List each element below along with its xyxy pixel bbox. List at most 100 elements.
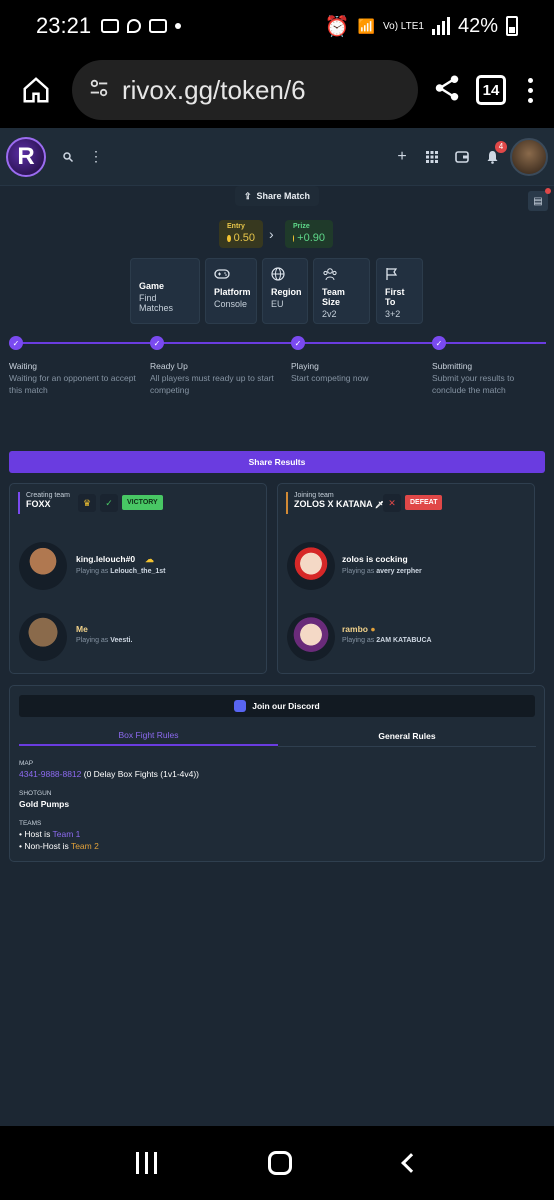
info-card-first-to: First To 3+2 xyxy=(376,258,423,324)
location-icon xyxy=(127,19,142,33)
map-label: MAP xyxy=(19,760,34,767)
player-name[interactable]: king.lelouch#0 ☁ xyxy=(76,554,154,565)
network-label: Vo) LTE1 xyxy=(383,20,424,32)
home-icon[interactable] xyxy=(14,68,58,112)
battery-icon xyxy=(506,16,518,36)
step-ready-up: Ready Up All players must ready up to st… xyxy=(150,361,274,395)
nonhost-rule: • Non-Host is Team 2 xyxy=(19,841,99,851)
home-button-icon[interactable] xyxy=(268,1151,293,1175)
browser-menu-icon[interactable] xyxy=(520,77,540,103)
tab-divider xyxy=(278,746,536,747)
shotgun-label: SHOTGUN xyxy=(19,790,52,797)
site-header: R ⋮ + 4 xyxy=(0,128,554,186)
chat-icon: ▤ xyxy=(533,195,543,207)
player-name[interactable]: Me xyxy=(76,624,88,634)
plus-icon[interactable]: + xyxy=(390,145,414,169)
step-submitting: Submitting Submit your results to conclu… xyxy=(432,361,515,395)
map-code-link[interactable]: 4341-9888-8812 xyxy=(19,769,81,779)
rules-card: Join our Discord Box Fight Rules General… xyxy=(9,685,545,862)
team-card-creating: Creating team FOXX ♛ ✓ VICTORY king.lelo… xyxy=(9,483,267,674)
more-notifications-icon xyxy=(175,23,182,29)
tab-switcher-button[interactable]: 14 xyxy=(476,75,506,105)
match-page: ⇪ Share Match ▤ Entry 0.50 › Prize +0.90… xyxy=(0,186,554,1126)
step-waiting: Waiting Waiting for an opponent to accep… xyxy=(9,361,136,395)
info-card-region: Region EU xyxy=(262,258,308,324)
browser-toolbar: rivox.gg/token/6 14 xyxy=(0,52,554,128)
discord-notification-icon xyxy=(101,19,120,33)
step-check-icon: ✓ xyxy=(432,336,446,350)
users-icon xyxy=(322,267,361,285)
emote-icon: ● xyxy=(370,624,376,634)
step-check-icon: ✓ xyxy=(150,336,164,350)
system-nav-bar xyxy=(0,1126,554,1200)
user-avatar[interactable] xyxy=(510,137,548,176)
rivox-logo[interactable]: R xyxy=(6,136,46,177)
playing-as: Playing as Lelouch_the_1st xyxy=(76,568,166,575)
site-settings-icon[interactable] xyxy=(88,77,110,104)
coin-icon xyxy=(227,234,231,242)
alarm-icon: ⏰ xyxy=(324,15,350,38)
step-playing: Playing Start competing now xyxy=(291,361,369,383)
team-header: Joining team ZOLOS X KATANA 🗡 xyxy=(286,492,384,514)
upload-icon: ⇪ xyxy=(243,190,252,201)
back-icon[interactable] xyxy=(401,1153,422,1173)
team-header: Creating team FOXX xyxy=(18,492,70,514)
gamepad-icon xyxy=(214,267,248,285)
chat-button[interactable]: ▤ xyxy=(528,188,551,211)
globe-icon xyxy=(271,267,299,285)
url-text[interactable]: rivox.gg/token/6 xyxy=(122,75,306,106)
info-card-platform: Platform Console xyxy=(205,258,257,324)
discord-icon xyxy=(234,700,247,712)
shotgun-value: Gold Pumps xyxy=(19,799,70,809)
map-value: 4341-9888-8812 (0 Delay Box Fights (1v1-… xyxy=(19,769,200,779)
crown-icon: ♛ xyxy=(78,494,96,512)
tab-general-rules[interactable]: General Rules xyxy=(278,726,536,746)
wallet-icon[interactable] xyxy=(450,145,474,169)
close-icon: ✕ xyxy=(383,494,401,512)
notifications-bell-icon[interactable]: 4 xyxy=(480,140,507,169)
more-vertical-icon[interactable]: ⋮ xyxy=(82,143,110,171)
victory-badge: VICTORY xyxy=(122,495,163,510)
signal-icon xyxy=(431,17,450,35)
share-results-button[interactable]: Share Results xyxy=(9,451,545,473)
join-discord-button[interactable]: Join our Discord xyxy=(19,695,535,717)
playing-as: Playing as 2AM KATABUCA xyxy=(342,637,432,644)
info-card-game: Game Find Matches xyxy=(130,258,200,324)
playing-as: Playing as Veesti. xyxy=(76,637,133,644)
host-rule: • Host is Team 1 xyxy=(19,829,81,839)
share-icon[interactable] xyxy=(432,73,462,108)
playing-as: Playing as avery zerpher xyxy=(342,568,422,575)
url-bar[interactable]: rivox.gg/token/6 xyxy=(72,60,418,120)
notification-count-badge: 4 xyxy=(495,140,507,153)
discord-notification-icon xyxy=(149,19,168,33)
grid-icon[interactable] xyxy=(420,145,444,169)
entry-fee-pill: Entry 0.50 xyxy=(219,220,263,248)
battery-percent: 42% xyxy=(457,14,498,37)
emote-icon: ☁ xyxy=(145,554,154,564)
chevron-right-icon: › xyxy=(269,226,274,242)
step-check-icon: ✓ xyxy=(291,336,305,350)
share-match-button[interactable]: ⇪ Share Match xyxy=(235,186,319,206)
player-name[interactable]: zolos is cocking xyxy=(342,554,408,564)
player-avatar[interactable] xyxy=(287,613,335,661)
wifi-icon: 📶 xyxy=(357,17,376,34)
step-check-icon: ✓ xyxy=(9,336,23,350)
prize-pill: Prize +0.90 xyxy=(285,220,333,248)
info-card-team-size: Team Size 2v2 xyxy=(313,258,370,324)
tab-box-fight-rules[interactable]: Box Fight Rules xyxy=(19,726,278,746)
status-bar: 23:21 ⏰ 📶 Vo) LTE1 42% xyxy=(0,0,554,52)
recent-apps-icon[interactable] xyxy=(135,1152,157,1174)
player-avatar[interactable] xyxy=(19,542,67,590)
check-icon: ✓ xyxy=(100,494,118,512)
chat-unread-dot xyxy=(545,188,551,194)
teams-label: TEAMS xyxy=(19,820,42,827)
status-time: 23:21 xyxy=(36,13,92,38)
player-avatar[interactable] xyxy=(287,542,335,590)
defeat-badge: DEFEAT xyxy=(405,495,443,510)
flag-icon xyxy=(385,267,414,285)
team-card-joining: Joining team ZOLOS X KATANA 🗡 ✕ DEFEAT z… xyxy=(277,483,535,674)
search-icon[interactable] xyxy=(54,143,82,171)
player-avatar[interactable] xyxy=(19,613,67,661)
progress-line xyxy=(16,342,546,344)
player-name[interactable]: rambo ● xyxy=(342,624,376,634)
